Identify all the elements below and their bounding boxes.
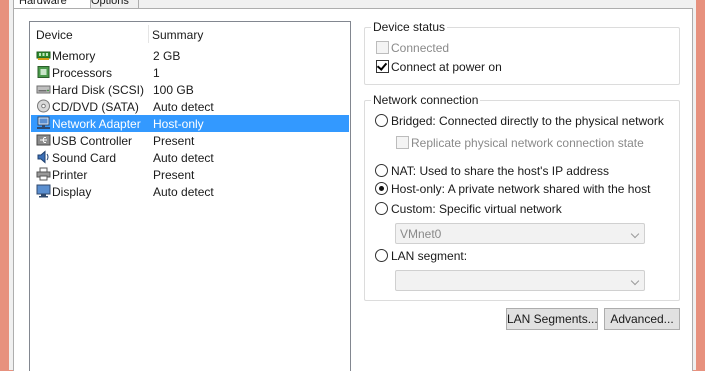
device-name: Sound Card	[52, 151, 117, 165]
display-icon	[36, 184, 51, 198]
left-background-strip	[0, 0, 9, 370]
replicate-label: Replicate physical network connection st…	[411, 136, 644, 150]
chevron-down-icon	[630, 276, 640, 286]
lan-segments-button[interactable]: LAN Segments...	[506, 308, 598, 330]
host-only-radio[interactable]	[375, 182, 388, 195]
column-header-device[interactable]: Device	[36, 28, 73, 42]
device-summary: Host-only	[153, 117, 204, 131]
hard-disk-icon	[36, 82, 51, 96]
custom-radio[interactable]	[375, 202, 388, 215]
device-row-hard-disk[interactable]: Hard Disk (SCSI) 100 GB	[31, 81, 349, 98]
vmnet-select-value: VMnet0	[400, 227, 442, 241]
device-summary: Present	[153, 134, 195, 148]
nat-radio[interactable]	[375, 164, 388, 177]
device-summary: Auto detect	[153, 100, 214, 114]
processor-icon	[36, 65, 51, 79]
connect-at-power-on-checkbox[interactable]	[376, 60, 389, 73]
network-connection-group: Network connection Bridged: Connected di…	[364, 93, 680, 301]
device-row-display[interactable]: Display Auto detect	[31, 183, 349, 200]
sound-card-icon	[36, 150, 51, 164]
device-name: Printer	[52, 168, 88, 182]
bridged-radio[interactable]	[375, 114, 388, 127]
device-row-printer[interactable]: Printer Present	[31, 166, 349, 183]
custom-label: Custom: Specific virtual network	[391, 202, 562, 216]
device-status-title: Device status	[371, 20, 448, 34]
device-name: Memory	[52, 49, 96, 63]
device-list-header: Device Summary	[30, 22, 350, 46]
tab-hardware[interactable]: Hardware	[13, 0, 91, 8]
device-name: USB Controller	[52, 134, 133, 148]
device-list[interactable]: Device Summary Memory 2 GB Processors 1 …	[29, 21, 351, 371]
connected-checkbox[interactable]	[376, 41, 389, 54]
device-summary: 2 GB	[153, 49, 181, 63]
device-name: Display	[52, 185, 92, 199]
device-summary: Auto detect	[153, 151, 214, 165]
checkmark-icon	[376, 60, 388, 71]
device-row-memory[interactable]: Memory 2 GB	[31, 47, 349, 64]
advanced-button[interactable]: Advanced...	[604, 308, 680, 330]
radio-selected-dot	[379, 186, 384, 191]
memory-icon	[36, 48, 51, 62]
device-name: Hard Disk (SCSI)	[52, 83, 145, 97]
right-background-strip	[696, 0, 705, 370]
lan-segment-radio[interactable]	[375, 249, 388, 262]
replicate-checkbox[interactable]	[396, 136, 409, 149]
network-adapter-icon	[36, 116, 51, 130]
vmnet-select[interactable]: VMnet0	[395, 223, 645, 244]
device-summary: Auto detect	[153, 185, 214, 199]
usb-icon	[36, 133, 51, 147]
vm-settings-dialog: Hardware Options Device Summary Memory 2…	[0, 0, 705, 371]
connect-at-power-on-label: Connect at power on	[391, 60, 502, 74]
device-row-usb-controller[interactable]: USB Controller Present	[31, 132, 349, 149]
device-status-group: Device status Connected Connect at power…	[364, 20, 680, 85]
printer-icon	[36, 167, 51, 181]
device-name: Network Adapter	[52, 117, 141, 131]
column-header-summary[interactable]: Summary	[152, 28, 203, 42]
tab-options[interactable]: Options	[85, 0, 139, 8]
host-only-label: Host-only: A private network shared with…	[391, 182, 651, 196]
device-row-processors[interactable]: Processors 1	[31, 64, 349, 81]
bridged-label: Bridged: Connected directly to the physi…	[391, 114, 664, 128]
cd-dvd-icon	[36, 99, 51, 113]
device-row-network-adapter[interactable]: Network Adapter Host-only	[31, 115, 349, 132]
device-row-cd-dvd[interactable]: CD/DVD (SATA) Auto detect	[31, 98, 349, 115]
device-summary: 100 GB	[153, 83, 194, 97]
device-name: CD/DVD (SATA)	[52, 100, 139, 114]
column-separator[interactable]	[148, 25, 149, 43]
device-summary: Present	[153, 168, 195, 182]
connected-label: Connected	[391, 41, 450, 55]
nat-label: NAT: Used to share the host's IP address	[391, 164, 609, 178]
lan-segment-select[interactable]	[395, 270, 645, 291]
device-summary: 1	[153, 66, 160, 80]
lan-segment-label: LAN segment:	[391, 249, 468, 263]
chevron-down-icon	[630, 229, 640, 239]
device-name: Processors	[52, 66, 113, 80]
device-row-sound-card[interactable]: Sound Card Auto detect	[31, 149, 349, 166]
network-connection-title: Network connection	[371, 93, 481, 107]
